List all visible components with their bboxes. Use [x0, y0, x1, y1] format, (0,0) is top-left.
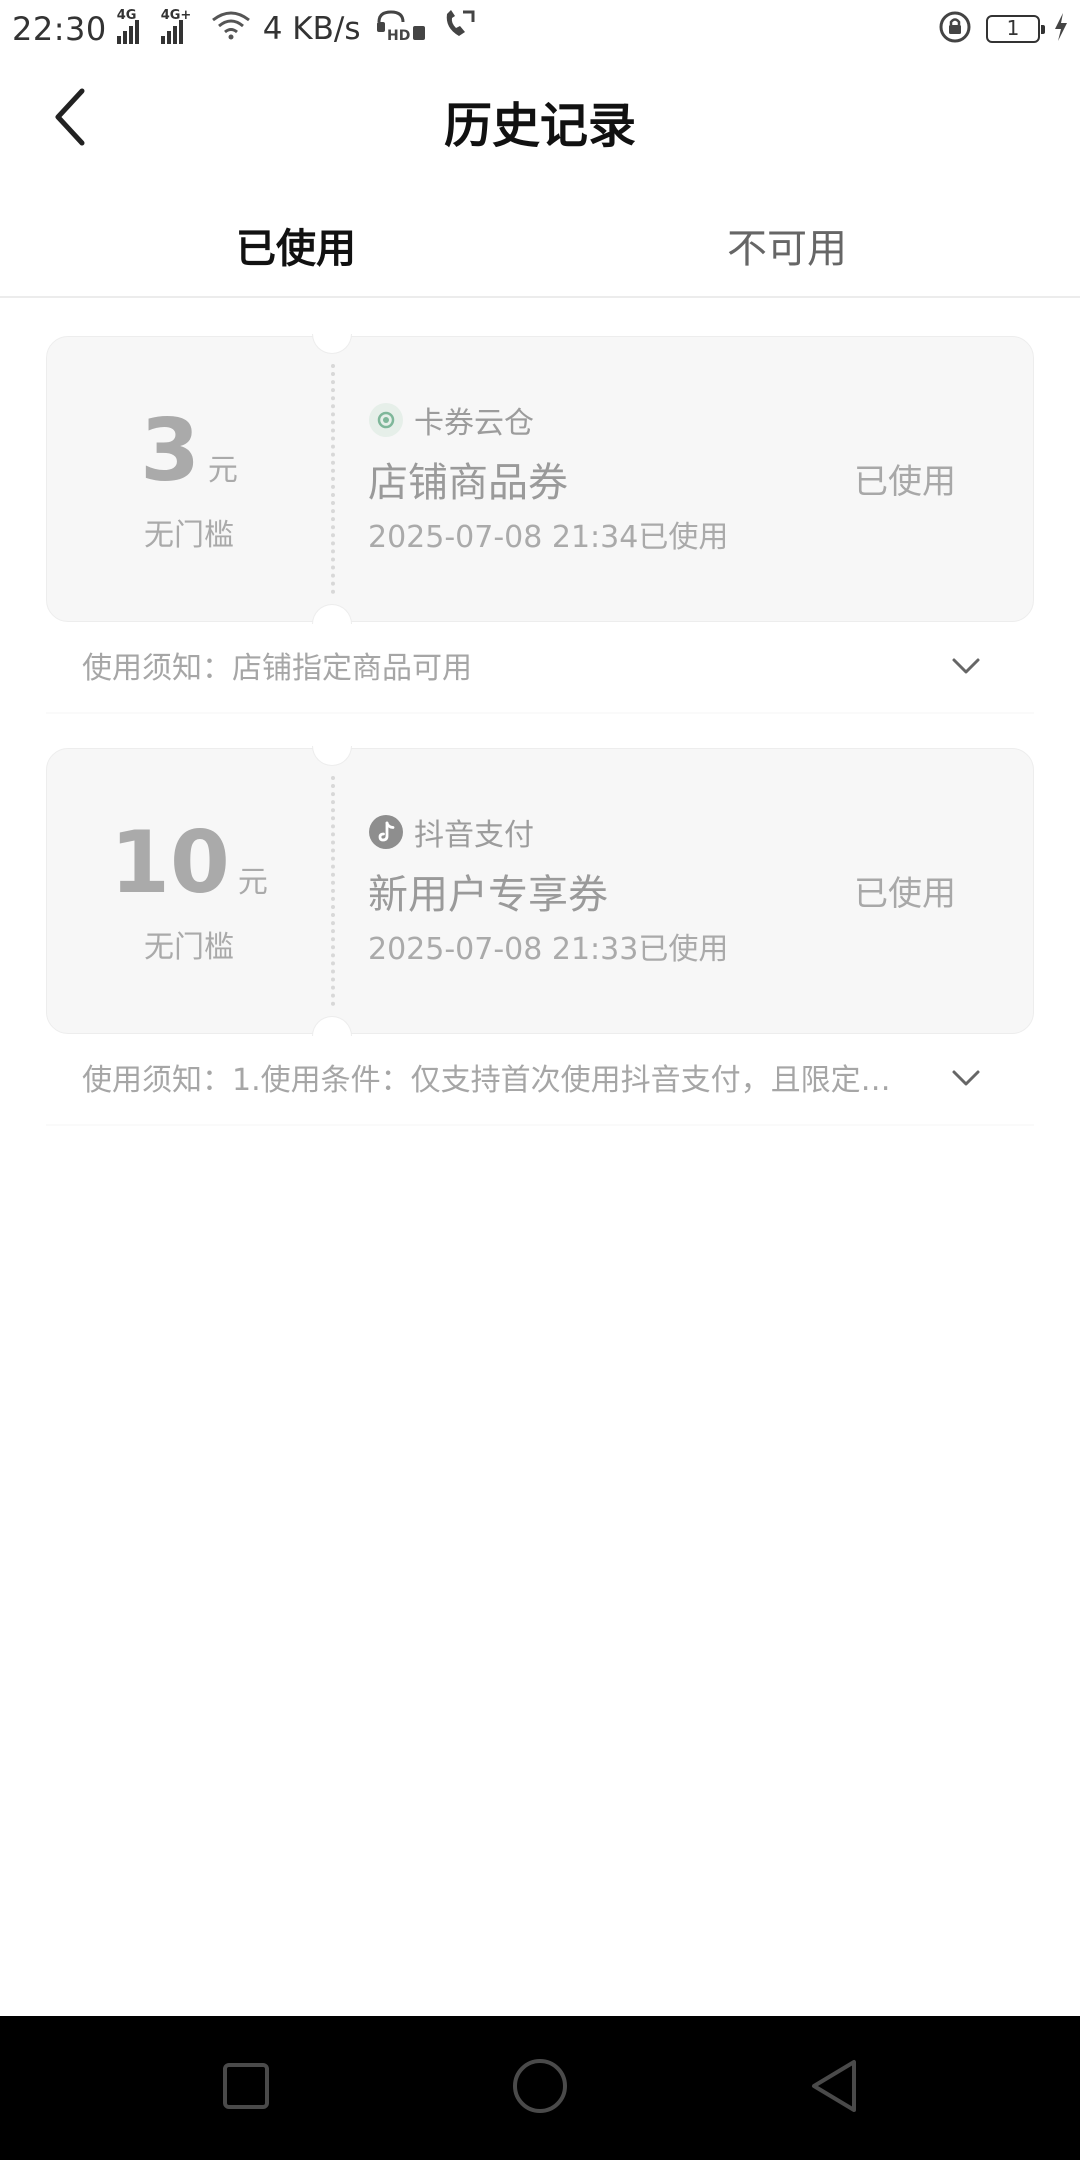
cell-signal-icon: 4G+ [160, 8, 197, 44]
wifi-icon [211, 10, 251, 48]
system-back-button[interactable] [802, 2056, 866, 2120]
coupon-amount: 10 元 [46, 820, 332, 906]
page-title: 历史记录 [443, 98, 636, 154]
tiktok-icon [368, 814, 404, 850]
tab-unavailable[interactable]: 不可用 [727, 216, 847, 274]
coupon-amount-unit: 元 [237, 865, 268, 900]
status-left: 22:30 4G 4G+ 4 KB/s HD [12, 8, 477, 50]
coupon-brand: 卡券云仓 [368, 398, 534, 442]
coupon-amount-unit: 元 [207, 453, 238, 488]
divider [46, 1124, 1034, 1126]
coupon-title: 店铺商品券 [368, 460, 568, 506]
hd-voice-icon: HD [375, 8, 427, 50]
coupon-used-time: 2025-07-08 21:34已使用 [368, 520, 729, 555]
coupon-card[interactable]: 10 元 无门槛 抖音支付 新用户专享券 2025-07-08 21:33已使用 … [46, 746, 1034, 1036]
cell-signal-icon: 4G [116, 8, 151, 44]
coupon-status: 已使用 [854, 874, 956, 914]
rotation-lock-icon [938, 10, 972, 48]
system-nav-bar [0, 2016, 1080, 2160]
circle-icon [511, 2057, 569, 2119]
status-bar: 22:30 4G 4G+ 4 KB/s HD 1 [0, 0, 1080, 56]
header: 历史记录 [0, 56, 1080, 186]
expand-notice-button[interactable] [944, 646, 988, 690]
status-time: 22:30 [12, 10, 107, 48]
call-forward-icon [441, 8, 477, 50]
signal-tag: 4G+ [160, 8, 192, 23]
coupon-brand-name: 卡券云仓 [414, 406, 534, 441]
charging-icon [1054, 13, 1068, 45]
coupon-card[interactable]: 3元 无门槛 卡券云仓 店铺商品券 2025-07-08 21:34已使用 已使… [46, 334, 1034, 624]
coupon-status: 已使用 [854, 462, 956, 502]
home-button[interactable] [508, 2056, 572, 2120]
tab-used[interactable]: 已使用 [236, 216, 356, 274]
coupon-title: 新用户专享券 [368, 872, 608, 918]
square-icon [222, 2062, 270, 2114]
battery-level: 1 [1006, 16, 1020, 40]
chevron-down-icon [951, 656, 981, 680]
coupon-used-time: 2025-07-08 21:33已使用 [368, 932, 729, 967]
chevron-down-icon [951, 1068, 981, 1092]
coupon-amount-value: 3 [140, 401, 200, 501]
triangle-back-icon [808, 2058, 860, 2118]
divider [46, 712, 1034, 714]
coupon-threshold: 无门槛 [144, 518, 234, 553]
coupon-threshold: 无门槛 [144, 930, 234, 965]
tab-bar: 已使用 不可用 [0, 186, 1080, 298]
coupon-brand: 抖音支付 [368, 810, 534, 854]
network-speed: 4 KB/s [262, 11, 361, 47]
coupon-notice: 使用须知：店铺指定商品可用 [82, 651, 472, 686]
recent-apps-button[interactable] [214, 2056, 278, 2120]
coupon-amount: 3元 [46, 408, 332, 494]
status-right: 1 [938, 10, 1068, 48]
expand-notice-button[interactable] [944, 1058, 988, 1102]
signal-tag: 4G [116, 8, 137, 23]
svg-text:HD: HD [387, 28, 410, 42]
battery-icon: 1 [986, 15, 1045, 43]
coupon-brand-name: 抖音支付 [414, 818, 534, 853]
cloud-swirl-icon [368, 402, 404, 438]
coupon-notice: 使用须知：1.使用条件：仅支持首次使用抖音支付，且限定… [82, 1063, 891, 1098]
coupon-amount-value: 10 [110, 813, 230, 913]
